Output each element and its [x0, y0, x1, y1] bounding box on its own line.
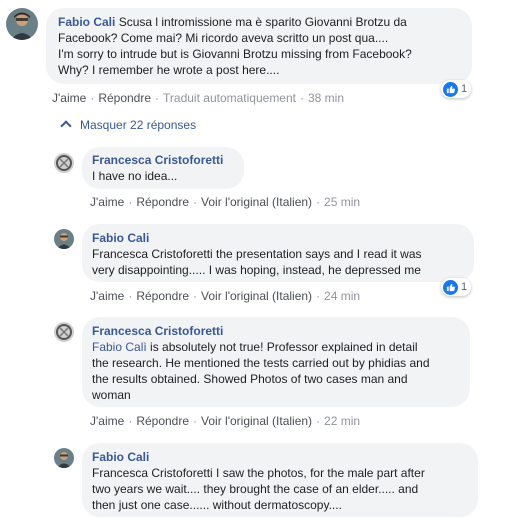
reaction-count: 1 — [461, 83, 468, 95]
reply-link[interactable]: Répondre — [136, 195, 189, 209]
comment-text-line: woman — [92, 388, 131, 402]
comment-text-line: Facebook? Come mai? Mi ricordo aveva scr… — [58, 31, 389, 45]
comment-bubble-4: Francesca Cristoforetti Fabio Calì is ab… — [82, 317, 470, 407]
hide-replies-label: Masquer 22 réponses — [80, 118, 197, 132]
comment-bubble-5: Fabio Cali Francesca Cristoforetti I saw… — [82, 443, 478, 517]
avatar-fabio[interactable] — [54, 229, 74, 249]
comment-actions: J'aime · Répondre · Voir l'original (Italien… — [90, 414, 361, 428]
timestamp[interactable]: 22 min — [324, 414, 360, 428]
reaction-badge[interactable]: 1 — [441, 80, 472, 98]
translation-label[interactable]: Traduit automatiquement — [163, 91, 296, 105]
comment-author[interactable]: Fabio Cali — [58, 15, 115, 29]
reaction-badge[interactable]: 1 — [441, 278, 472, 296]
comment-bubble-2: Francesca Cristoforetti I have no idea..… — [82, 147, 244, 189]
comment-bubble-1: Fabio Cali Scusa l intromissione ma è sp… — [46, 8, 472, 84]
mention-link[interactable]: Fabio Calì — [92, 340, 147, 354]
comment-text-line: the research. He mentioned the tests car… — [92, 356, 430, 370]
comment-text-line: two years we wait.... they brought the c… — [92, 482, 419, 496]
comment-actions: J'aime · Répondre · Voir l'original (Italien… — [90, 195, 361, 209]
comment-author[interactable]: Francesca Cristoforetti — [92, 324, 223, 338]
comment-text-line: is absolutely not true! Professor explai… — [146, 340, 418, 354]
reply-link[interactable]: Répondre — [136, 289, 189, 303]
comment-actions: J'aime · Répondre · Voir l'original (Italien… — [90, 289, 361, 303]
thumbs-up-icon — [443, 279, 458, 295]
reaction-count: 1 — [461, 281, 468, 293]
comment-text-line: I'm sorry to intrude but is Giovanni Bro… — [58, 47, 412, 61]
timestamp[interactable]: 24 min — [324, 289, 360, 303]
thumbs-up-icon — [443, 81, 458, 97]
comment-text-line: Francesca Cristoforetti I saw the photos… — [92, 466, 425, 480]
avatar-francesca[interactable] — [54, 153, 74, 173]
comment-author[interactable]: Fabio Cali — [92, 231, 149, 245]
chevron-up-icon — [60, 120, 72, 132]
reply-link[interactable]: Répondre — [136, 414, 189, 428]
comment-author[interactable]: Fabio Cali — [92, 450, 149, 464]
reply-link[interactable]: Répondre — [98, 91, 151, 105]
comment-text-line: the results obtained. Showed Photos of t… — [92, 372, 408, 386]
see-original-link[interactable]: Voir l'original (Italien) — [201, 289, 312, 303]
comment-text-line: Why? I remember he wrote a post here.... — [58, 63, 280, 77]
like-link[interactable]: J'aime — [90, 195, 124, 209]
comment-text-line: Francesca Cristoforetti the presentation… — [92, 247, 422, 261]
see-original-link[interactable]: Voir l'original (Italien) — [201, 414, 312, 428]
avatar-francesca[interactable] — [54, 322, 74, 342]
timestamp[interactable]: 38 min — [308, 91, 344, 105]
comment-text-line: I have no idea... — [92, 169, 178, 183]
timestamp[interactable]: 25 min — [324, 195, 360, 209]
like-link[interactable]: J'aime — [52, 91, 86, 105]
hide-replies-toggle[interactable]: Masquer 22 réponses — [60, 117, 197, 133]
like-link[interactable]: J'aime — [90, 289, 124, 303]
comment-bubble-3: Fabio Cali Francesca Cristoforetti the p… — [82, 224, 474, 282]
see-original-link[interactable]: Voir l'original (Italien) — [201, 195, 312, 209]
comment-actions: J'aime · Répondre · Traduit automatiquement ·… — [52, 91, 345, 105]
comment-text-line: then just one case...... without dermato… — [92, 498, 342, 512]
avatar-fabio[interactable] — [54, 448, 74, 468]
comment-text-line: Scusa l intromissione ma è sparito Giova… — [118, 15, 407, 29]
avatar-fabio[interactable] — [6, 8, 38, 40]
comment-author[interactable]: Francesca Cristoforetti — [92, 153, 223, 167]
comment-text-line: very disappointing..... I was hoping, in… — [92, 263, 421, 277]
like-link[interactable]: J'aime — [90, 414, 124, 428]
